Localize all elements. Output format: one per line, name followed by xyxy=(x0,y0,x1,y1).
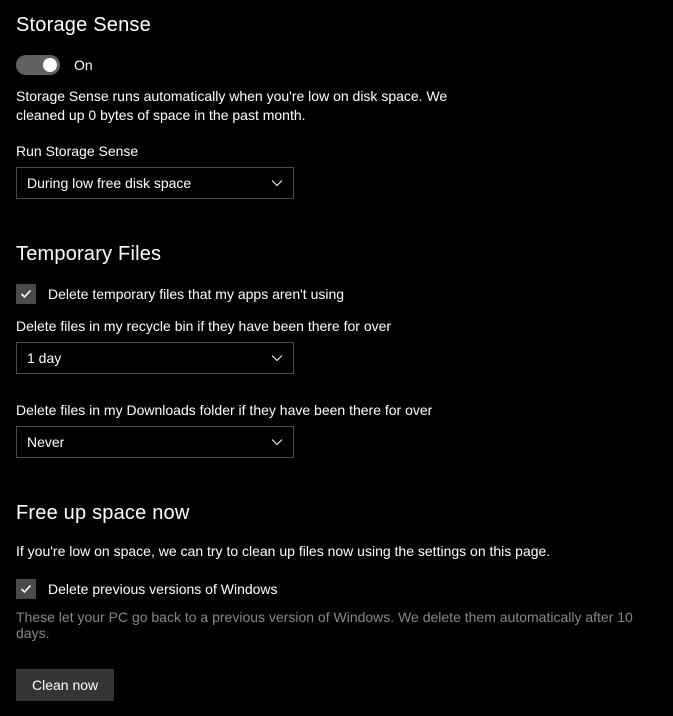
run-storage-sense-label: Run Storage Sense xyxy=(16,143,657,159)
storage-sense-toggle-label: On xyxy=(74,57,93,73)
delete-temp-files-checkbox[interactable] xyxy=(16,284,36,304)
run-storage-sense-value: During low free disk space xyxy=(27,175,191,191)
recycle-bin-value: 1 day xyxy=(27,350,61,366)
storage-sense-toggle-row: On xyxy=(16,55,657,75)
free-up-space-section: Free up space now If you're low on space… xyxy=(16,502,657,701)
free-up-heading: Free up space now xyxy=(16,502,657,525)
temporary-files-heading: Temporary Files xyxy=(16,243,657,266)
checkmark-icon xyxy=(19,582,33,596)
storage-sense-description: Storage Sense runs automatically when yo… xyxy=(16,87,476,125)
delete-previous-windows-checkbox[interactable] xyxy=(16,579,36,599)
storage-sense-section: Storage Sense On Storage Sense runs auto… xyxy=(16,14,657,199)
chevron-down-icon xyxy=(271,354,283,362)
recycle-bin-select[interactable]: 1 day xyxy=(16,342,294,374)
recycle-bin-label: Delete files in my recycle bin if they h… xyxy=(16,318,657,334)
downloads-value: Never xyxy=(27,434,64,450)
downloads-label: Delete files in my Downloads folder if t… xyxy=(16,402,657,418)
chevron-down-icon xyxy=(271,179,283,187)
storage-sense-heading: Storage Sense xyxy=(16,14,657,37)
downloads-select[interactable]: Never xyxy=(16,426,294,458)
delete-previous-windows-row: Delete previous versions of Windows xyxy=(16,579,657,599)
delete-temp-files-row: Delete temporary files that my apps aren… xyxy=(16,284,657,304)
toggle-knob xyxy=(43,58,57,72)
delete-temp-files-label: Delete temporary files that my apps aren… xyxy=(48,286,344,302)
storage-sense-toggle[interactable] xyxy=(16,55,60,75)
temporary-files-section: Temporary Files Delete temporary files t… xyxy=(16,243,657,458)
checkmark-icon xyxy=(19,287,33,301)
chevron-down-icon xyxy=(271,438,283,446)
run-storage-sense-select[interactable]: During low free disk space xyxy=(16,167,294,199)
free-up-description: If you're low on space, we can try to cl… xyxy=(16,543,657,559)
delete-previous-windows-note: These let your PC go back to a previous … xyxy=(16,609,657,641)
delete-previous-windows-label: Delete previous versions of Windows xyxy=(48,581,278,597)
clean-now-button[interactable]: Clean now xyxy=(16,669,114,701)
